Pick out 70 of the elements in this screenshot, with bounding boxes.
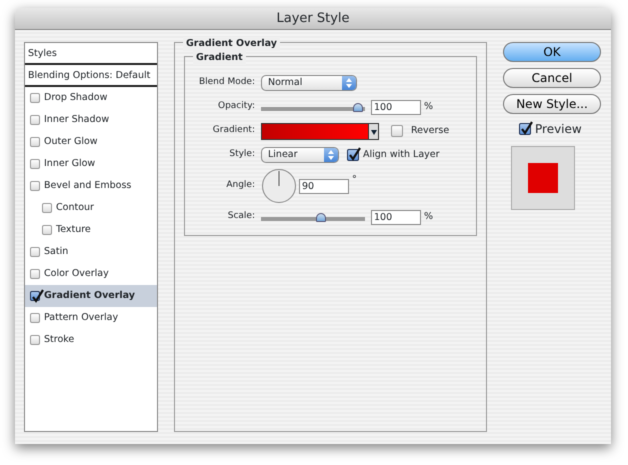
field-label: Blend Mode: [198, 76, 256, 90]
checkbox[interactable] [519, 123, 531, 135]
checkbox[interactable] [30, 247, 40, 257]
style-label: Bevel and Emboss [44, 178, 132, 193]
checkbox[interactable] [30, 335, 40, 345]
field-label: Scale: [226, 210, 256, 224]
unit-label: % [424, 100, 434, 114]
checkbox[interactable] [347, 149, 359, 161]
field-label: Opacity: [217, 100, 256, 114]
style-label: Inner Glow [44, 156, 96, 171]
style-label: Drop Shadow [44, 90, 108, 105]
checkbox[interactable] [30, 269, 40, 279]
slider-thumb[interactable] [353, 102, 363, 112]
field-label: Style: [228, 148, 256, 162]
style-label: Pattern Overlay [44, 310, 118, 325]
checkbox-label: Reverse [411, 124, 450, 138]
value-field[interactable]: 90 [299, 178, 349, 194]
preview-square [528, 163, 558, 193]
style-label: Satin [44, 244, 68, 259]
style-item[interactable]: Color Overlay [25, 263, 157, 285]
panel-title: Gradient Overlay [183, 37, 280, 52]
style-label: Contour [56, 200, 94, 215]
checkbox[interactable] [42, 225, 52, 235]
style-item[interactable]: Texture [25, 219, 157, 241]
value-field[interactable]: 100 [371, 210, 421, 224]
style-label: Texture [56, 222, 91, 237]
style-label: Inner Shadow [44, 112, 110, 127]
style-item[interactable]: Stroke [25, 329, 157, 351]
blending-options-item[interactable]: Blending Options: Default [25, 65, 157, 87]
checkbox[interactable] [30, 181, 40, 191]
dropdown-arrow-icon [370, 130, 376, 134]
style-item[interactable]: Inner Shadow [25, 109, 157, 131]
checkbox-label: Align with Layer [363, 148, 440, 162]
checkbox[interactable] [30, 93, 40, 103]
dropdown[interactable]: Linear [261, 147, 339, 163]
field-label: Angle: [225, 179, 256, 192]
style-item[interactable]: Bevel and Emboss [25, 175, 157, 197]
list-header: Styles [25, 43, 157, 65]
checkbox[interactable] [30, 137, 40, 147]
angle-dial[interactable] [261, 168, 297, 204]
style-item[interactable]: Pattern Overlay [25, 307, 157, 329]
checkbox[interactable] [30, 313, 40, 323]
style-item[interactable]: Contour [25, 197, 157, 219]
style-item[interactable]: Satin [25, 241, 157, 263]
style-item[interactable]: Drop Shadow [25, 87, 157, 109]
stepper-arrows-icon [328, 150, 334, 160]
group-title: Gradient [193, 51, 246, 66]
window-title: Layer Style [15, 8, 611, 30]
gradient-picker[interactable] [261, 122, 379, 140]
unit-label: ° [352, 173, 357, 187]
dropdown[interactable]: Normal [261, 75, 357, 91]
style-item[interactable]: Inner Glow [25, 153, 157, 175]
unit-label: % [424, 210, 434, 224]
value-field[interactable]: 100 [371, 100, 421, 114]
checkbox[interactable] [42, 203, 52, 213]
dialog-button[interactable]: OK [503, 42, 601, 62]
dialog-button[interactable]: New Style... [503, 94, 601, 114]
style-label: Stroke [44, 332, 74, 347]
slider-thumb[interactable] [316, 212, 326, 222]
style-label: Outer Glow [44, 134, 98, 149]
style-label: Gradient Overlay [44, 288, 135, 303]
checkbox[interactable] [30, 159, 40, 169]
style-label: Color Overlay [44, 266, 109, 281]
style-item[interactable]: Outer Glow [25, 131, 157, 153]
checkbox[interactable] [30, 115, 40, 125]
stepper-arrows-icon [346, 78, 352, 88]
field-label: Gradient: [212, 124, 256, 138]
checkbox-label: Preview [535, 121, 582, 138]
checkbox[interactable] [391, 125, 403, 137]
dialog-button[interactable]: Cancel [503, 68, 601, 88]
